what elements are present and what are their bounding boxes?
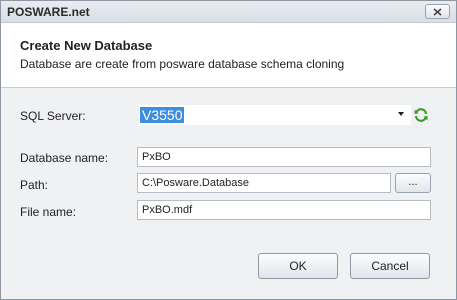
header-title: Create New Database bbox=[20, 38, 153, 53]
sql-server-label: SQL Server: bbox=[20, 109, 86, 123]
chevron-down-icon[interactable] bbox=[398, 112, 404, 116]
database-name-field[interactable]: PxBO bbox=[137, 147, 431, 167]
close-button[interactable] bbox=[425, 4, 450, 19]
file-name-label: File name: bbox=[20, 205, 77, 219]
dialog-window: POSWARE.net Create New Database Database… bbox=[0, 0, 457, 300]
browse-button[interactable]: ... bbox=[395, 173, 431, 193]
title-bar: POSWARE.net bbox=[1, 1, 456, 23]
close-icon bbox=[433, 7, 442, 16]
sql-server-value: V3550 bbox=[140, 107, 185, 123]
window-title: POSWARE.net bbox=[7, 5, 90, 19]
path-label: Path: bbox=[20, 178, 49, 192]
database-name-label: Database name: bbox=[20, 151, 109, 165]
refresh-icon[interactable] bbox=[413, 107, 429, 123]
dialog-header: Create New Database Database are create … bbox=[1, 23, 456, 88]
sql-server-dropdown[interactable]: V3550 bbox=[139, 105, 411, 125]
file-name-field[interactable]: PxBO.mdf bbox=[137, 200, 431, 220]
ok-button[interactable]: OK bbox=[258, 253, 338, 279]
path-field[interactable]: C:\Posware.Database bbox=[137, 173, 391, 193]
header-subtitle: Database are create from posware databas… bbox=[20, 57, 345, 71]
cancel-button[interactable]: Cancel bbox=[350, 253, 430, 279]
